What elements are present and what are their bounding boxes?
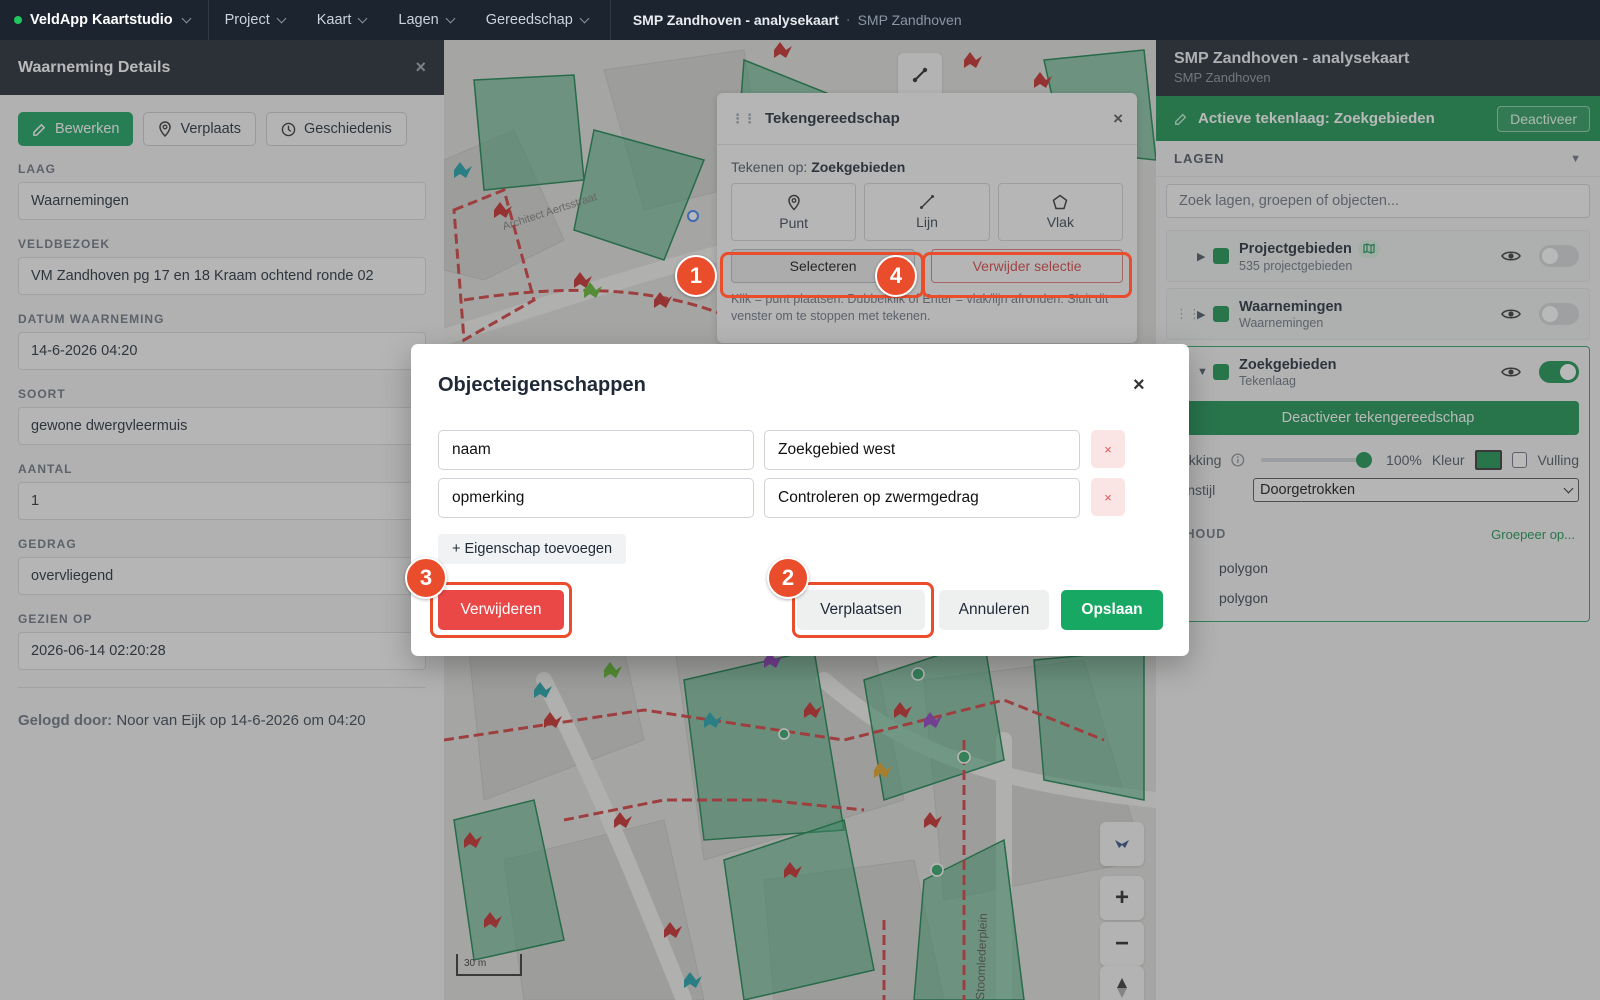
property-value-input[interactable]: Zoekgebied west bbox=[764, 430, 1080, 470]
close-icon[interactable]: × bbox=[1133, 374, 1145, 397]
cancel-button[interactable]: Annuleren bbox=[939, 590, 1049, 630]
dialog-title: Objecteigenschappen bbox=[438, 374, 646, 396]
remove-property-button[interactable]: × bbox=[1091, 430, 1125, 468]
callout-badge-4: 4 bbox=[875, 255, 917, 297]
highlight-delete-selection bbox=[922, 252, 1132, 298]
highlight-move bbox=[792, 582, 934, 638]
status-dot bbox=[14, 16, 22, 24]
chevron-down-icon bbox=[579, 13, 590, 23]
menu-gereedschap[interactable]: Gereedschap bbox=[470, 0, 611, 40]
menu-label: Lagen bbox=[398, 12, 439, 28]
add-property-button[interactable]: + Eigenschap toevoegen bbox=[438, 534, 627, 564]
chevron-down-icon bbox=[445, 13, 456, 23]
menu-kaart[interactable]: Kaart bbox=[301, 0, 383, 40]
menu-label: Project bbox=[224, 12, 270, 28]
save-button[interactable]: Opslaan bbox=[1061, 590, 1163, 630]
property-row: opmerking Controleren op zwermgedrag × bbox=[438, 478, 1158, 518]
callout-badge-1: 1 bbox=[675, 255, 717, 297]
app-menu[interactable]: VeldApp Kaartstudio bbox=[0, 0, 209, 40]
title-separator: · bbox=[845, 12, 851, 28]
callout-badge-3: 3 bbox=[405, 557, 447, 599]
chevron-down-icon bbox=[181, 13, 192, 23]
property-row: naam Zoekgebied west × bbox=[438, 430, 1158, 470]
menu-project[interactable]: Project bbox=[209, 0, 301, 40]
chevron-down-icon bbox=[276, 13, 287, 23]
app-name: VeldApp Kaartstudio bbox=[30, 12, 173, 28]
chevron-down-icon bbox=[357, 13, 368, 23]
menu-label: Gereedschap bbox=[485, 12, 573, 28]
property-key-input[interactable]: opmerking bbox=[438, 478, 754, 518]
menu-label: Kaart bbox=[316, 12, 352, 28]
project-subtitle: SMP Zandhoven bbox=[857, 12, 962, 28]
highlight-delete bbox=[430, 582, 572, 638]
top-bar: VeldApp Kaartstudio Project Kaart Lagen … bbox=[0, 0, 1600, 40]
property-value-input[interactable]: Controleren op zwermgedrag bbox=[764, 478, 1080, 518]
callout-badge-2: 2 bbox=[767, 557, 809, 599]
remove-property-button[interactable]: × bbox=[1091, 478, 1125, 516]
menu-lagen[interactable]: Lagen bbox=[382, 0, 469, 40]
project-title: SMP Zandhoven - analysekaart bbox=[632, 12, 839, 28]
property-key-input[interactable]: naam bbox=[438, 430, 754, 470]
